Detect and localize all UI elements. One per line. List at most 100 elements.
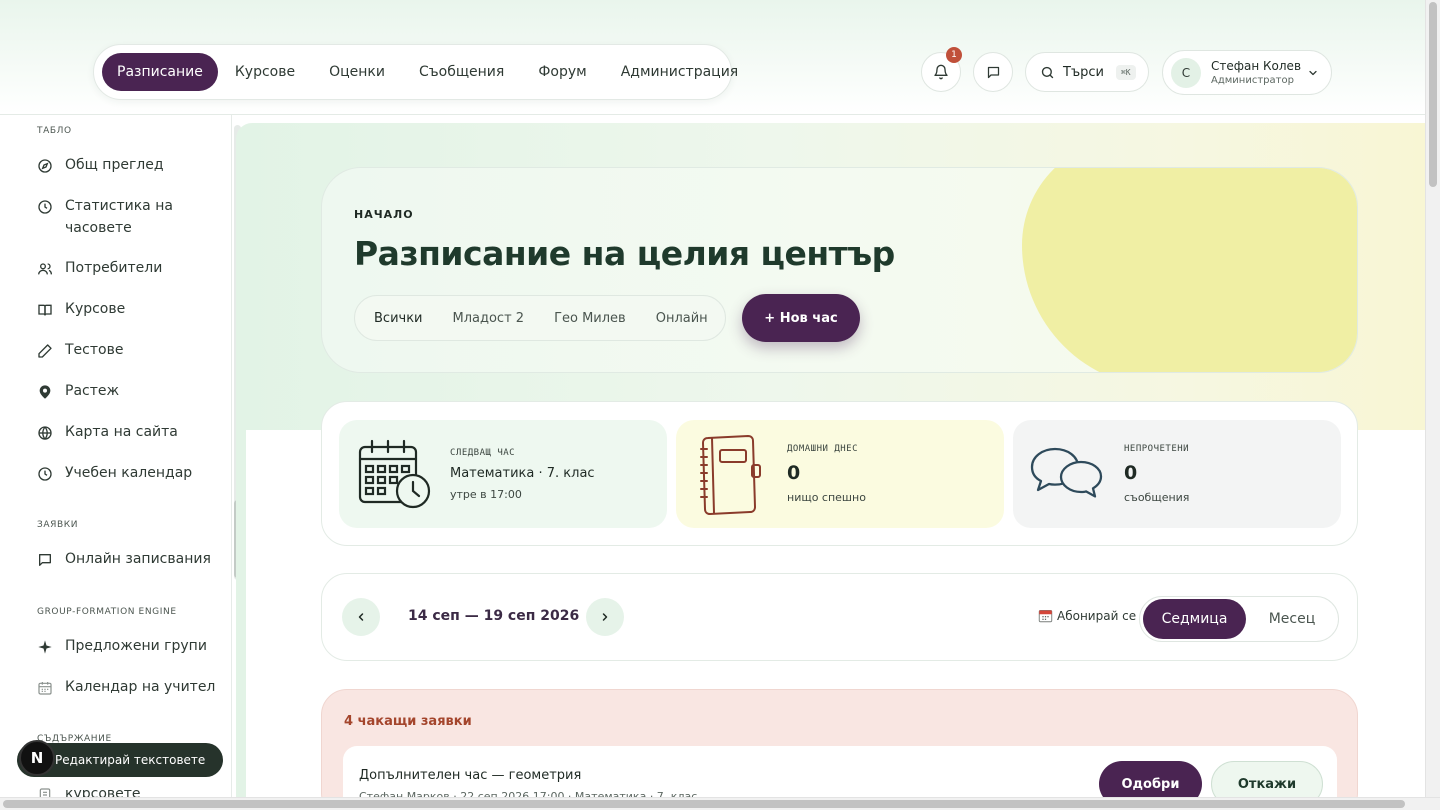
- stat-label: НЕПРОЧЕТЕНИ: [1124, 444, 1190, 454]
- next-week-button[interactable]: [586, 598, 624, 636]
- search-button[interactable]: Търси ⌘K: [1025, 52, 1149, 92]
- stats-panel: СЛЕДВАЩ ЧАС Математика · 7. клас утре в …: [321, 401, 1358, 546]
- filter-geo-milev[interactable]: Гео Милев: [539, 300, 641, 336]
- sidebar-section-dashboard: ТАБЛО: [37, 126, 72, 136]
- chat-icon: [39, 554, 51, 566]
- nav-tab-grades[interactable]: Оценки: [312, 53, 402, 91]
- hero-card: НАЧАЛО Разписание на целия център Всички…: [321, 167, 1358, 373]
- view-week-option[interactable]: Седмица: [1143, 599, 1246, 639]
- stat-value: Математика · 7. клас: [450, 466, 595, 481]
- pending-requests: 4 чакащи заявки Допълнителен час — геоме…: [321, 689, 1358, 810]
- page-horizontal-scrollbar-thumb[interactable]: [3, 800, 1405, 808]
- user-role: Администратор: [1211, 74, 1294, 86]
- subscribe-label: Абонирай се: [1057, 608, 1137, 623]
- stat-homework-today[interactable]: ДОМАШНИ ДНЕС 0 нищо спешно: [676, 420, 1004, 528]
- nav-tab-schedule[interactable]: Разписание: [102, 53, 218, 91]
- calendar-icon: [1038, 610, 1053, 623]
- sidebar-item-label: Курсове: [65, 301, 126, 317]
- stat-label: ДОМАШНИ ДНЕС: [787, 444, 859, 454]
- nav-tab-administration[interactable]: Администрация: [604, 53, 756, 91]
- calendar-clock-icon: [358, 439, 431, 509]
- stat-label: СЛЕДВАЩ ЧАС: [450, 448, 516, 458]
- notebook-icon: [700, 434, 761, 515]
- stat-sub: нищо спешно: [787, 491, 866, 504]
- subscribe-button[interactable]: Абонирай се: [1038, 608, 1136, 623]
- hero-kicker: НАЧАЛО: [354, 208, 414, 221]
- location-filter: Всички Младост 2 Гео Милев Онлайн: [354, 295, 726, 341]
- clock-icon: [38, 200, 52, 214]
- sidebar-item-online-enrollments[interactable]: Онлайн записвания: [37, 551, 222, 570]
- sidebar-item-suggested-groups[interactable]: Предложени групи: [37, 638, 222, 657]
- n-logo-button[interactable]: N: [19, 740, 55, 776]
- edit-texts-label: Редактирай текстовете: [55, 753, 206, 767]
- sidebar-section-group-formation: GROUP-FORMATION ENGINE: [37, 607, 177, 617]
- sidebar-item-label: Онлайн записвания: [65, 551, 211, 567]
- filter-online[interactable]: Онлайн: [641, 300, 723, 336]
- compass-icon: [38, 159, 52, 173]
- sidebar: ТАБЛО Общ преглед Статистика на часовете…: [0, 115, 232, 810]
- decorative-blob: [1022, 168, 1357, 372]
- sidebar-item-courses[interactable]: Курсове: [37, 301, 222, 320]
- week-navigator: 14 сеп — 19 сеп 2026 Абонирай се Седмица…: [321, 573, 1358, 661]
- filter-all[interactable]: Всички: [359, 300, 438, 336]
- users-icon: [38, 263, 52, 275]
- calendar-icon: [38, 682, 52, 695]
- sidebar-item-sitemap[interactable]: Карта на сайта: [37, 424, 222, 443]
- page-title: Разписание на целия център: [354, 234, 895, 273]
- book-icon: [38, 304, 52, 316]
- chevron-left-icon: [358, 613, 364, 621]
- stat-sub: съобщения: [1124, 491, 1190, 504]
- view-toggle: Седмица Месец: [1139, 596, 1339, 642]
- nav-tab-forum[interactable]: Форум: [521, 53, 603, 91]
- sidebar-item-class-stats[interactable]: Статистика на часовете: [37, 198, 222, 239]
- prev-week-button[interactable]: [342, 598, 380, 636]
- view-month-option[interactable]: Месец: [1246, 599, 1338, 639]
- sidebar-item-label: Карта на сайта: [65, 424, 178, 440]
- clock-icon: [38, 467, 52, 481]
- sidebar-item-label: Предложени групи: [65, 638, 207, 654]
- nav-tab-messages[interactable]: Съобщения: [402, 53, 521, 91]
- stat-value: 0: [1124, 462, 1138, 484]
- sidebar-item-label: Потребители: [65, 260, 163, 276]
- sidebar-item-label: Статистика на часовете: [65, 198, 173, 236]
- nav-tab-courses[interactable]: Курсове: [218, 53, 312, 91]
- main-nav: Разписание Курсове Оценки Съобщения Фору…: [93, 44, 738, 100]
- search-shortcut: ⌘K: [1115, 64, 1136, 80]
- sidebar-section-requests: ЗАЯВКИ: [37, 520, 79, 530]
- sidebar-item-label: Тестове: [65, 342, 124, 358]
- stat-next-class[interactable]: СЛЕДВАЩ ЧАС Математика · 7. клас утре в …: [339, 420, 667, 528]
- messages-button[interactable]: [973, 52, 1013, 92]
- request-name: Допълнителен час — геометрия: [359, 768, 582, 783]
- stat-value: 0: [787, 462, 801, 484]
- filter-mladost-2[interactable]: Младост 2: [438, 300, 540, 336]
- notification-count-badge: 1: [946, 47, 962, 63]
- sidebar-item-label: Учебен календар: [65, 465, 193, 481]
- sidebar-item-label: Растеж: [65, 383, 120, 399]
- chevron-right-icon: [602, 613, 608, 621]
- chevron-down-icon: [1309, 70, 1317, 76]
- pending-requests-title: 4 чакащи заявки: [344, 714, 472, 729]
- sidebar-item-teacher-calendar[interactable]: Календар на учител: [37, 679, 222, 698]
- search-icon: [1041, 66, 1054, 78]
- avatar: С: [1171, 57, 1201, 88]
- stat-unread[interactable]: НЕПРОЧЕТЕНИ 0 съобщения: [1013, 420, 1341, 528]
- sidebar-item-tests[interactable]: Тестове: [37, 342, 222, 361]
- chat-bubbles-icon: [1030, 447, 1103, 498]
- user-menu[interactable]: С Стефан Колев Администратор: [1162, 50, 1332, 95]
- pencil-icon: [38, 344, 52, 358]
- sidebar-item-label: Общ преглед: [65, 157, 164, 173]
- search-label: Търси: [1063, 64, 1104, 80]
- sparkle-icon: [38, 640, 52, 654]
- page-vertical-scrollbar-thumb[interactable]: [1429, 2, 1437, 187]
- sidebar-item-overview[interactable]: Общ преглед: [37, 157, 222, 176]
- new-class-button[interactable]: + Нов час: [742, 294, 860, 342]
- sidebar-item-label: Календар на учител: [65, 679, 216, 695]
- week-range: 14 сеп — 19 сеп 2026: [408, 608, 580, 624]
- user-name: Стефан Колев: [1211, 58, 1302, 73]
- globe-icon: [38, 426, 52, 441]
- sidebar-item-growth[interactable]: Растеж: [37, 383, 222, 402]
- sidebar-item-school-calendar[interactable]: Учебен календар: [37, 465, 222, 484]
- sidebar-item-users[interactable]: Потребители: [37, 260, 222, 279]
- notifications-button[interactable]: 1: [921, 47, 962, 92]
- location-pin-icon: [39, 385, 51, 399]
